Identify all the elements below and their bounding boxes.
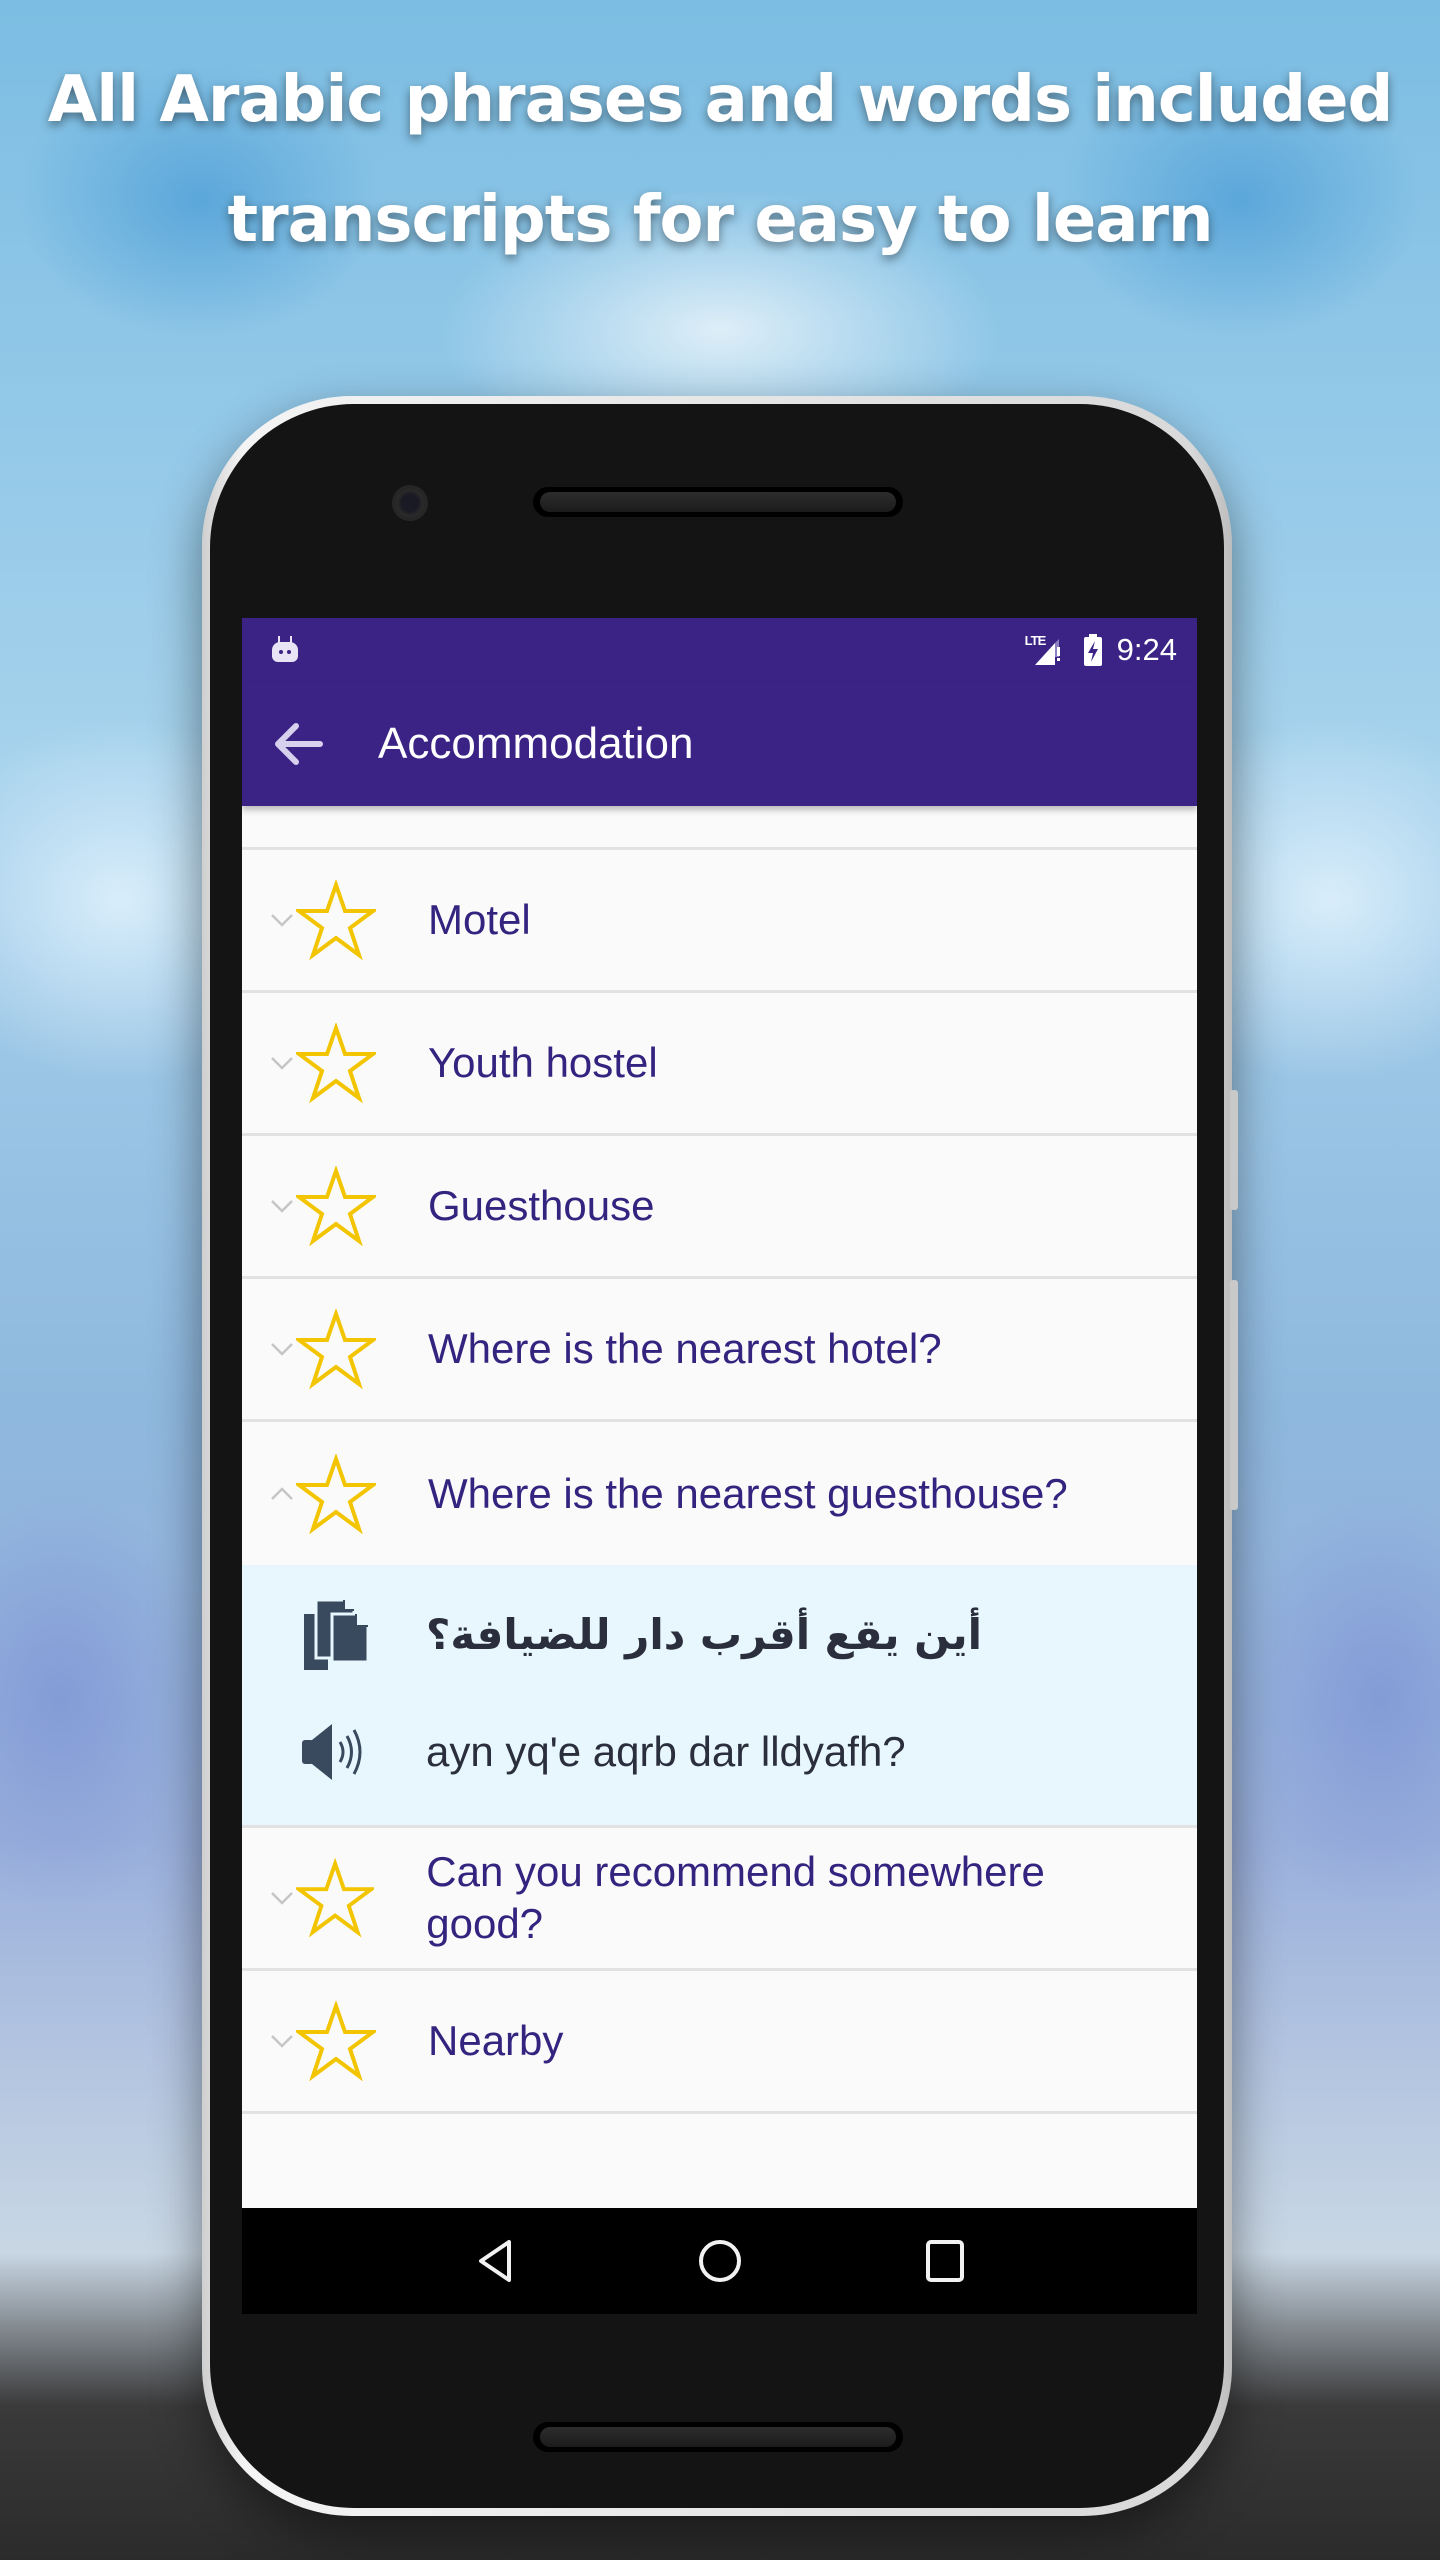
phrase-row-expanded[interactable]: Where is the nearest guesthouse? <box>242 1422 1197 1565</box>
bottom-speaker <box>533 2422 903 2452</box>
star-outline-icon[interactable] <box>296 1858 375 1938</box>
phrase-row[interactable]: Can you recommend somewhere good? <box>242 1828 1197 1971</box>
copy-icon[interactable] <box>298 1596 374 1672</box>
front-camera <box>392 485 428 521</box>
nav-back-button[interactable] <box>460 2226 530 2296</box>
star-outline-icon[interactable] <box>296 880 376 960</box>
phrase-label: Can you recommend somewhere good? <box>426 1848 1045 1947</box>
phone-power-button <box>1230 1280 1238 1510</box>
status-bar: LTE 9:24 <box>242 618 1197 682</box>
battery-charging-icon <box>1083 634 1102 666</box>
status-time: 9:24 <box>1116 632 1177 667</box>
chevron-down-icon <box>270 1199 294 1213</box>
star-outline-icon[interactable] <box>296 1023 376 1103</box>
phrase-row[interactable]: Guesthouse <box>242 1136 1197 1279</box>
home-circle-icon <box>698 2240 741 2282</box>
chevron-down-icon <box>270 1891 294 1905</box>
phone-screen: LTE 9:24 Accommodation Motel Youth hoste… <box>242 618 1197 2314</box>
phrase-row[interactable]: Nearby <box>242 1971 1197 2114</box>
phrase-detail-panel: أين يقع أقرب دار للضيافة؟ ayn yq'e aqrb … <box>242 1565 1197 1828</box>
star-outline-icon[interactable] <box>296 1453 376 1534</box>
phrase-label: Youth hostel <box>428 1039 658 1086</box>
chevron-down-icon <box>270 2034 294 2048</box>
arabic-phrase: أين يقع أقرب دار للضيافة؟ <box>426 1609 983 1659</box>
android-notification-icon <box>272 636 298 662</box>
page-title: Accommodation <box>378 719 694 768</box>
recents-square-icon <box>925 2240 964 2282</box>
phrase-label: Guesthouse <box>428 1182 655 1229</box>
list-top-spacer <box>242 806 1197 850</box>
star-outline-icon[interactable] <box>296 2001 376 2081</box>
phrase-row[interactable]: Where is the nearest hotel? <box>242 1279 1197 1422</box>
phrase-row[interactable]: Motel <box>242 850 1197 993</box>
star-outline-icon[interactable] <box>296 1166 376 1246</box>
phrase-label: Where is the nearest guesthouse? <box>428 1469 1068 1517</box>
lte-signal-icon: LTE <box>1025 633 1069 667</box>
nav-home-button[interactable] <box>685 2226 755 2296</box>
chevron-up-icon <box>270 1486 294 1501</box>
arrow-left-icon <box>275 723 323 765</box>
phrase-label: Motel <box>428 896 531 943</box>
transliteration-line: ayn yq'e aqrb dar lldyafh? <box>242 1693 1197 1811</box>
chevron-down-icon <box>270 913 294 927</box>
back-triangle-icon <box>478 2240 511 2282</box>
speaker-icon[interactable] <box>298 1714 374 1790</box>
back-button[interactable] <box>242 682 352 806</box>
chevron-down-icon <box>270 1056 294 1070</box>
promo-headline: All Arabic phrases and words included tr… <box>0 40 1440 280</box>
promo-headline-line2: transcripts for easy to learn <box>227 183 1213 257</box>
star-outline-icon[interactable] <box>296 1309 376 1389</box>
nav-recents-button[interactable] <box>910 2226 980 2296</box>
earpiece-speaker <box>533 487 903 517</box>
phone-volume-button <box>1230 1090 1238 1210</box>
arabic-line: أين يقع أقرب دار للضيافة؟ <box>242 1575 1197 1693</box>
system-nav-bar <box>242 2208 1197 2314</box>
promo-headline-line1: All Arabic phrases and words included <box>47 63 1394 137</box>
phrase-list: Motel Youth hostel Guesthouse Where is t… <box>242 806 1197 2114</box>
app-bar: Accommodation <box>242 682 1197 806</box>
phrase-row[interactable]: Youth hostel <box>242 993 1197 1136</box>
transliteration-text: ayn yq'e aqrb dar lldyafh? <box>426 1728 906 1775</box>
chevron-down-icon <box>270 1342 294 1356</box>
phrase-label: Where is the nearest hotel? <box>428 1325 942 1372</box>
phrase-label: Nearby <box>428 2017 564 2064</box>
